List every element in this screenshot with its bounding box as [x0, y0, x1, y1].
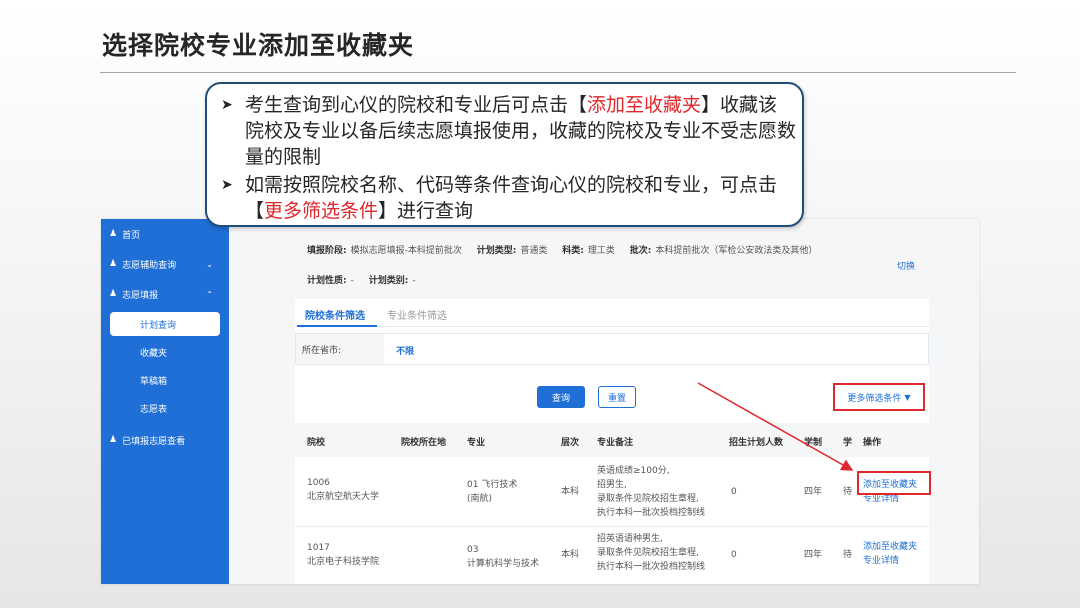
duration: 四年 — [804, 487, 823, 497]
sidebar-item-label: 志愿辅助查询 — [122, 260, 177, 271]
sidebar-item-favorites[interactable]: 收藏夹 — [110, 340, 220, 364]
user-icon: ♟ — [109, 289, 118, 299]
column-header: 层次 — [561, 438, 580, 448]
duration: 四年 — [804, 550, 823, 560]
table-row: 1006 北京航空航天大学 01 飞行技术 (南航) 本科 英语成绩≥100分,… — [295, 459, 931, 527]
arrow-bullet-icon: ➤ — [221, 97, 233, 113]
highlight-box — [857, 471, 931, 495]
sidebar-item-plan-query[interactable]: 计划查询 — [110, 312, 220, 336]
table-header: 院校 院校所在地 专业 层次 专业备注 招生计划人数 学制 学 操作 — [295, 423, 929, 457]
province-filter-row: 所在省市: 不限 — [295, 333, 929, 365]
plan-info-row: 填报阶段: 模拟志愿填报-本科提前批次 计划类型: 普通类 科类: 理工类 批次: 本科… — [307, 243, 817, 256]
sidebar-item-label: 志愿填报 — [122, 290, 159, 301]
more-filter-label: 更多筛选条件 — [847, 393, 902, 404]
subject-value: 理工类 — [587, 246, 615, 256]
instruction-callout: ➤ 考生查询到心仪的院校和专业后可点击【添加至收藏夹】收藏该院校及专业以备后续志… — [205, 82, 804, 227]
column-header: 院校所在地 — [401, 438, 447, 448]
major-note: 录取条件见院校招生章程, — [597, 548, 699, 558]
instruction-highlight: 添加至收藏夹 — [587, 94, 702, 116]
sidebar-item-fill[interactable]: ♟ 志愿填报 ⌃ — [101, 283, 229, 305]
arrow-bullet-icon: ➤ — [221, 177, 233, 193]
title-divider — [100, 72, 1016, 73]
major-note: 英语成绩≥100分, — [597, 466, 670, 476]
tab-major-filter[interactable]: 专业条件筛选 — [387, 307, 447, 322]
column-header: 学 — [843, 438, 853, 448]
plan-count: 0 — [731, 550, 737, 560]
sidebar: ♟ 首页 ♟ 志愿辅助查询 ⌄ ♟ 志愿填报 ⌃ 计划查询 收藏夹 草稿箱 志愿… — [101, 219, 229, 584]
major-name: (南航) — [467, 494, 493, 504]
column-header: 招生计划人数 — [729, 438, 784, 448]
major-note: 执行本科一批次投档控制线 — [597, 508, 706, 518]
school-code: 1017 — [307, 543, 330, 553]
school-name: 北京电子科技学院 — [307, 557, 380, 567]
tab-school-filter[interactable]: 院校条件筛选 — [305, 307, 365, 322]
school-code: 1006 — [307, 478, 330, 488]
active-tab-indicator — [297, 325, 377, 327]
reset-button[interactable]: 重置 — [598, 386, 636, 408]
column-header: 学制 — [804, 438, 823, 448]
subject-label: 科类: — [562, 246, 584, 256]
nature-value: - — [350, 276, 354, 286]
chevron-up-icon: ⌃ — [206, 289, 213, 299]
major-note: 招男生, — [597, 480, 627, 490]
main-content: 填报阶段: 模拟志愿填报-本科提前批次 计划类型: 普通类 科类: 理工类 批次: 本科… — [229, 219, 979, 584]
nature-label: 计划性质: — [307, 276, 347, 286]
sidebar-item-volunteer-form[interactable]: 志愿表 — [110, 396, 220, 420]
stage-value: 模拟志愿填报-本科提前批次 — [350, 246, 462, 256]
batch-label: 批次: — [629, 246, 652, 256]
table-row: 1017 北京电子科技学院 03 计算机科学与技术 本科 招英语语种男生, 录取… — [295, 529, 929, 584]
sidebar-item-home[interactable]: ♟ 首页 — [101, 223, 229, 245]
column-header: 操作 — [863, 438, 882, 448]
plan-info-box: 填报阶段: 模拟志愿填报-本科提前批次 计划类型: 普通类 科类: 理工类 批次: 本科… — [295, 235, 929, 297]
plan-info-row-2: 计划性质: - 计划类别: - — [307, 273, 416, 286]
category-label: 计划类别: — [368, 276, 409, 286]
category-value: - — [412, 276, 416, 286]
user-icon: ♟ — [109, 435, 118, 445]
level: 本科 — [561, 487, 580, 497]
plan-count: 0 — [731, 487, 737, 497]
instruction-text: 】进行查询 — [378, 200, 474, 222]
instruction-bullet: ➤ 如需按照院校名称、代码等条件查询心仪的院校和专业，可点击【更多筛选条件】进行… — [221, 172, 796, 224]
instruction-text: 考生查询到心仪的院校和专业后可点击【 — [245, 94, 588, 116]
fee: 待 — [843, 487, 853, 497]
column-header: 专业 — [467, 438, 486, 448]
chevron-down-icon: ⌄ — [206, 259, 213, 269]
province-label: 所在省市: — [296, 334, 384, 364]
column-header: 院校 — [307, 438, 326, 448]
major-name: 计算机科学与技术 — [467, 559, 540, 569]
user-icon: ♟ — [109, 259, 118, 269]
slide-title: 选择院校专业添加至收藏夹 — [102, 31, 415, 60]
school-name: 北京航空航天大学 — [307, 492, 380, 502]
batch-value: 本科提前批次（军检公安政法类及其他） — [655, 246, 818, 256]
stage-label: 填报阶段: — [307, 246, 347, 256]
sidebar-item-assist[interactable]: ♟ 志愿辅助查询 ⌄ — [101, 253, 229, 275]
major-note: 招英语语种男生, — [597, 534, 663, 544]
sidebar-item-label: 已填报志愿查看 — [122, 436, 186, 447]
screenshot-panel: ♟ 首页 ♟ 志愿辅助查询 ⌄ ♟ 志愿填报 ⌃ 计划查询 收藏夹 草稿箱 志愿… — [101, 219, 979, 584]
switch-link[interactable]: 切换 — [897, 259, 915, 272]
more-filter-button[interactable]: 更多筛选条件 ▼ — [833, 383, 925, 411]
query-panel: 院校条件筛选 专业条件筛选 所在省市: 不限 查询 重置 更多筛选条件 ▼ 院校… — [295, 299, 931, 584]
major-code: 01 飞行技术 — [467, 480, 518, 490]
fee: 待 — [843, 550, 853, 560]
instruction-bullet: ➤ 考生查询到心仪的院校和专业后可点击【添加至收藏夹】收藏该院校及专业以备后续志… — [221, 92, 796, 170]
filter-tabs: 院校条件筛选 专业条件筛选 — [295, 299, 929, 327]
add-to-favorites-link[interactable]: 添加至收藏夹 — [863, 541, 917, 553]
level: 本科 — [561, 550, 580, 560]
caret-down-icon: ▼ — [904, 392, 911, 402]
plan-type-value: 普通类 — [520, 246, 548, 256]
major-note: 录取条件见院校招生章程, — [597, 494, 699, 504]
plan-type-label: 计划类型: — [476, 246, 517, 256]
sidebar-item-filled-view[interactable]: ♟ 已填报志愿查看 — [101, 429, 229, 451]
sidebar-item-label: 首页 — [122, 230, 141, 241]
province-option-all[interactable]: 不限 — [396, 344, 414, 357]
major-detail-link[interactable]: 专业详情 — [863, 555, 899, 567]
instruction-highlight: 更多筛选条件 — [264, 200, 379, 222]
major-code: 03 — [467, 545, 479, 555]
sidebar-item-draft[interactable]: 草稿箱 — [110, 368, 220, 392]
major-note: 执行本科一批次投档控制线 — [597, 562, 706, 572]
user-icon: ♟ — [109, 229, 118, 239]
column-header: 专业备注 — [597, 438, 634, 448]
query-button[interactable]: 查询 — [537, 386, 585, 408]
